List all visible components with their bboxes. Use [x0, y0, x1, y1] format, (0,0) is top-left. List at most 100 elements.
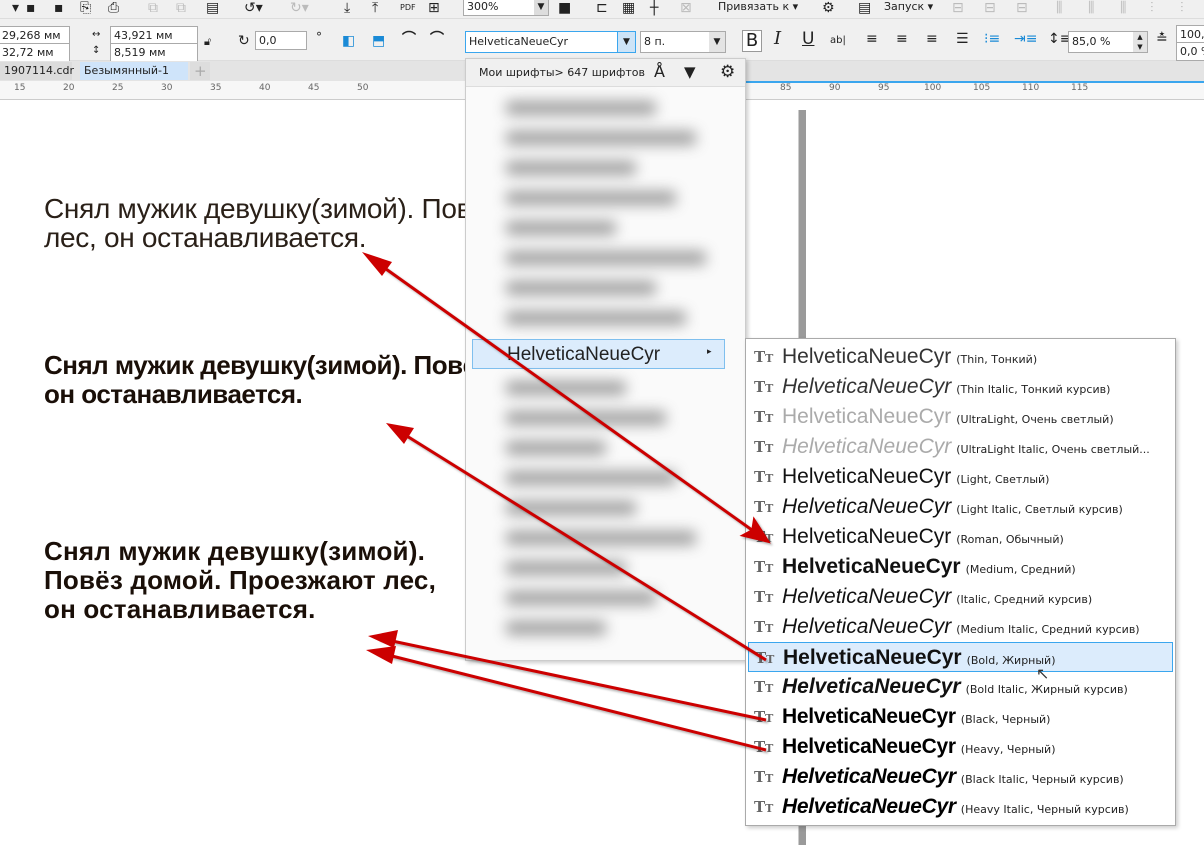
ruler-label: 95 [878, 83, 890, 93]
zoom-value: 300% [467, 0, 499, 13]
align-bottom-icon[interactable]: ⫼ [1120, 0, 1126, 16]
arc-2-icon[interactable]: ⌒ [430, 31, 444, 47]
undo-icon[interactable]: ↺▾ [244, 0, 263, 16]
zoom-select[interactable]: 300% ▼ [463, 0, 549, 16]
justify-text-icon[interactable]: ☰ [956, 31, 969, 47]
cut-icon[interactable]: ⧉ [148, 0, 158, 16]
arc-icon[interactable]: ⌒ [402, 31, 416, 47]
settings-gear-icon[interactable]: ⚙ [720, 64, 735, 81]
align-left-text-icon[interactable]: ≡ [866, 31, 878, 47]
ruler-label: 90 [829, 83, 841, 93]
font-style-item[interactable]: TT HelveticaNeueCyr (Light Italic, Светлый… [748, 492, 1173, 522]
char-spacing-icon: ≛ [1156, 31, 1168, 47]
height-field[interactable]: 8,519 мм [110, 43, 198, 62]
align-top-icon[interactable]: ⫼ [1056, 0, 1062, 16]
font-style-item[interactable]: TT HelveticaNeueCyr (Black Italic, Черный … [748, 762, 1173, 792]
font-style-item[interactable]: TT HelveticaNeueCyr (Heavy, Черный) [748, 732, 1173, 762]
save-as-icon[interactable]: ▪ [54, 0, 64, 16]
import-icon[interactable]: ⤓ [344, 0, 350, 16]
snap-to-dropdown[interactable]: Привязать к ▾ [718, 0, 798, 14]
font-size-value: 8 п. [644, 35, 666, 48]
full-screen-icon[interactable]: ■ [558, 0, 571, 16]
font-style-item[interactable]: TT HelveticaNeueCyr (Thin, Тонкий) [748, 342, 1173, 372]
word-spacing-field[interactable]: 0,0 % [1176, 42, 1204, 61]
publish-web-icon[interactable]: ⊞ [428, 0, 440, 16]
distribute-icon[interactable]: ⫶ [1150, 0, 1154, 16]
snap-off-icon[interactable]: ⊠ [680, 0, 692, 16]
font-style-item[interactable]: TT HelveticaNeueCyr (Bold Italic, Жирный к… [748, 672, 1173, 702]
font-family-select[interactable]: HelveticaNeueCyr ▼ [465, 31, 636, 53]
font-size-select[interactable]: 8 п. ▼ [640, 31, 726, 53]
mirror-horizontal-icon[interactable]: ◧ [342, 33, 355, 49]
line-spacing-field[interactable]: 85,0 % ▲ ▼ [1068, 31, 1148, 53]
options-gear-icon[interactable]: ⚙ [822, 0, 835, 16]
align-left-icon[interactable]: ⊟ [952, 0, 964, 16]
font-family-item-helveticaneuecyr[interactable]: HelveticaNeueCyr ▸ [472, 339, 725, 369]
redo-icon[interactable]: ↻▾ [290, 0, 309, 16]
launch-dropdown[interactable]: Запуск ▾ [884, 0, 933, 14]
align-center-text-icon[interactable]: ≡ [896, 31, 908, 47]
font-style-name: HelveticaNeueCyr (Black Italic, Черный ку… [782, 765, 1124, 788]
font-style-desc: (Heavy, Черный) [960, 743, 1056, 756]
underline-button[interactable]: U [802, 31, 814, 48]
font-style-item[interactable]: TT HelveticaNeueCyr (Bold, Жирный) [748, 642, 1173, 672]
chevron-down-icon[interactable]: ▼ [617, 32, 635, 52]
font-style-name: HelveticaNeueCyr (Roman, Обычный) [782, 525, 1064, 548]
mirror-vertical-icon[interactable]: ⬒ [372, 33, 385, 49]
save-icon[interactable]: ▪ [26, 0, 36, 16]
ruler-label: 40 [259, 83, 271, 93]
bullet-list-icon[interactable]: ⁝≡ [984, 31, 1000, 47]
align-middle-icon[interactable]: ⫼ [1088, 0, 1094, 16]
launch-icon[interactable]: ▤ [858, 0, 871, 16]
paste-icon[interactable]: ▤ [206, 0, 219, 16]
font-style-name: HelveticaNeueCyr (Black, Черный) [782, 705, 1051, 728]
indent-icon[interactable]: ⇥≡ [1014, 31, 1037, 47]
ruler-highlight [745, 81, 1204, 83]
property-bar: 29,268 мм 32,72 мм ↔ ↕ 43,921 мм 8,519 м… [0, 19, 1204, 62]
guidelines-icon[interactable]: ┼ [650, 0, 658, 16]
dropdown-arrow-icon[interactable]: ▾ [12, 0, 19, 16]
font-style-item[interactable]: TT HelveticaNeueCyr (Thin Italic, Тонкий к… [748, 372, 1173, 402]
distribute-2-icon[interactable]: ⫶ [1180, 0, 1184, 16]
pdf-icon[interactable]: PDF [400, 0, 416, 16]
export-icon[interactable]: ⤒ [372, 0, 378, 16]
align-right-icon[interactable]: ⊟ [1016, 0, 1028, 16]
align-right-text-icon[interactable]: ≡ [926, 31, 938, 47]
bold-button[interactable]: B [742, 30, 762, 52]
font-style-item[interactable]: TT HelveticaNeueCyr (UltraLight, Очень све… [748, 402, 1173, 432]
font-count-label: Мои шрифты> 647 шрифтов [479, 66, 645, 79]
ruler-label: 25 [112, 83, 124, 93]
copy-icon[interactable]: ⧉ [176, 0, 186, 16]
text-paragraph-heavy[interactable]: Снял мужик девушку(зимой). Повёз домой. … [44, 537, 464, 624]
print-icon[interactable]: ⎙ [108, 0, 119, 16]
font-style-item[interactable]: TT HelveticaNeueCyr (Medium Italic, Средни… [748, 612, 1173, 642]
new-tab-button[interactable]: + [190, 62, 210, 80]
font-style-item[interactable]: TT HelveticaNeueCyr (UltraLight Italic, Оч… [748, 432, 1173, 462]
rotate-icon: ↻ [238, 33, 250, 49]
font-playground-icon[interactable]: Å [654, 64, 665, 80]
font-style-item[interactable]: TT HelveticaNeueCyr (Light, Светлый) [748, 462, 1173, 492]
font-style-item[interactable]: TT HelveticaNeueCyr (Roman, Обычный) [748, 522, 1173, 552]
publish-icon[interactable]: ⎘ [80, 0, 91, 16]
angle-field[interactable]: 0,0 [255, 31, 307, 50]
font-style-item[interactable]: TT HelveticaNeueCyr (Black, Черный) [748, 702, 1173, 732]
tab-1907114[interactable]: 1907114.cdr [0, 62, 74, 80]
truetype-icon: TT [754, 378, 774, 396]
chevron-down-icon[interactable]: ▼ [709, 32, 725, 52]
grid-icon[interactable]: ▦ [622, 0, 635, 16]
font-style-item[interactable]: TT HelveticaNeueCyr (Heavy Italic, Черный … [748, 792, 1173, 822]
font-style-name: HelveticaNeueCyr (Medium, Средний) [782, 555, 1076, 578]
rulers-icon[interactable]: ⊏ [596, 0, 608, 16]
font-style-item[interactable]: TT HelveticaNeueCyr (Italic, Средний курси… [748, 582, 1173, 612]
tab-untitled-1[interactable]: Безымянный-1 [80, 62, 188, 80]
lock-ratio-icon[interactable]: 🔓︎ [204, 34, 211, 50]
font-style-desc: (Italic, Средний курсив) [956, 593, 1093, 606]
filter-icon[interactable]: ▼ [684, 64, 696, 80]
font-list-dropdown[interactable]: Мои шрифты> 647 шрифтов Å ▼ ⚙ Helvetica… [465, 58, 746, 661]
italic-button[interactable]: I [774, 30, 781, 48]
font-style-item[interactable]: TT HelveticaNeueCyr (Medium, Средний) [748, 552, 1173, 582]
align-center-icon[interactable]: ⊟ [984, 0, 996, 16]
text-wrap-icon[interactable]: ab| [830, 33, 846, 49]
y-position-field[interactable]: 32,72 мм [0, 43, 70, 62]
font-list-header: Мои шрифты> 647 шрифтов Å ▼ ⚙ [466, 59, 745, 87]
